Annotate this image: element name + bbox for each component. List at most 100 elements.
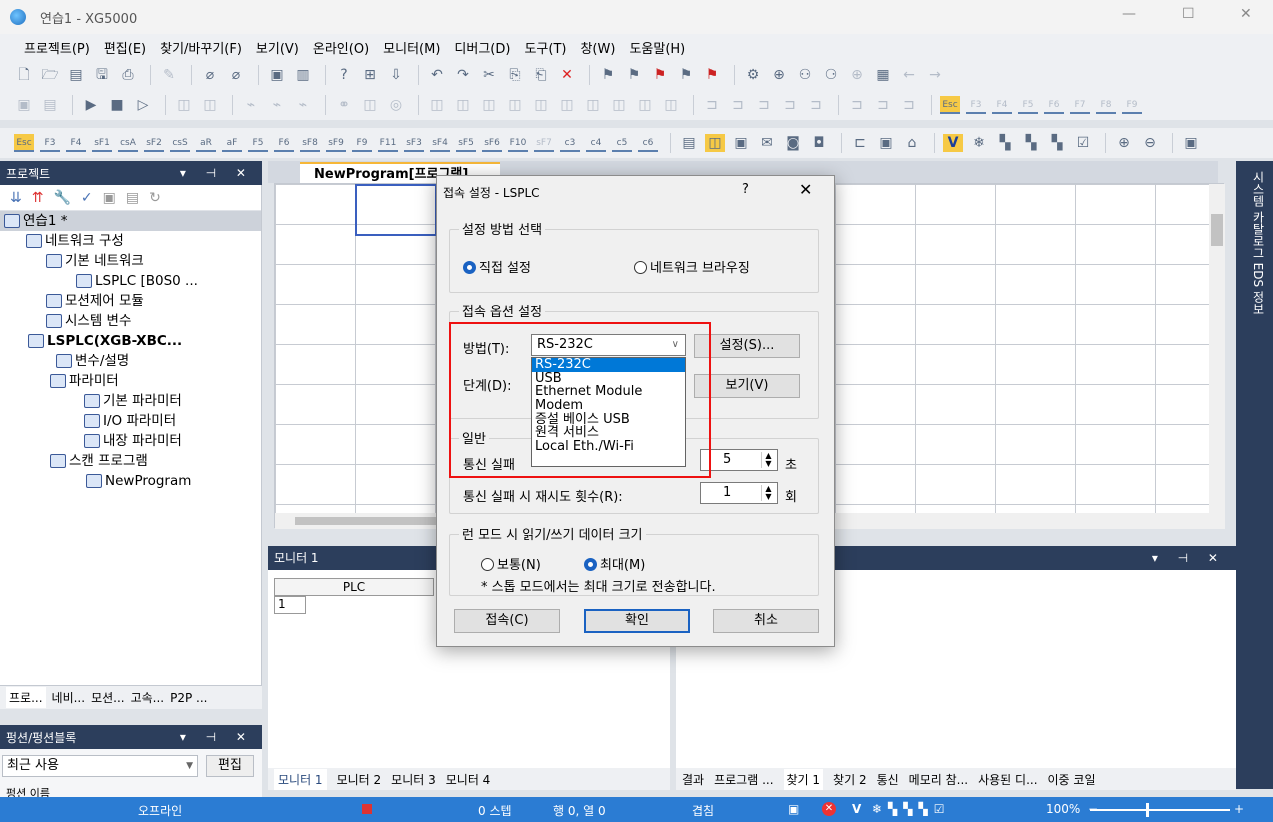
f10-icon[interactable]: F10	[508, 134, 528, 152]
view-icon-g[interactable]: ◫	[583, 96, 603, 114]
ladder-icon-e[interactable]: ⊐	[806, 96, 826, 114]
tree-node-basic-param[interactable]: 기본 파라미터	[0, 391, 261, 411]
view-icon-b[interactable]: ◫	[453, 96, 473, 114]
replace-icon[interactable]: ⚑	[624, 66, 644, 84]
tab-find-1[interactable]: 찾기 1	[783, 768, 824, 790]
minimize-icon[interactable]: —	[1122, 6, 1136, 22]
var-e-icon[interactable]: ☑	[1073, 134, 1093, 152]
view-ref-icon[interactable]: ◙	[783, 134, 803, 152]
dialog-close-button[interactable]: ✕	[799, 180, 812, 199]
io-icon[interactable]: ⊏	[850, 134, 870, 152]
radio-normal[interactable]: 보통(N)	[481, 554, 541, 573]
view-block-icon[interactable]: ▣	[731, 134, 751, 152]
tree-node-vars-desc[interactable]: 변수/설명	[0, 351, 261, 371]
sf1-icon[interactable]: sF1	[92, 134, 112, 152]
f7-key-icon[interactable]: F7	[1070, 96, 1090, 114]
redo-icon[interactable]: ↷	[453, 66, 473, 84]
tab-highspeed[interactable]: 고속...	[131, 689, 165, 706]
view-icon-f[interactable]: ◫	[557, 96, 577, 114]
tree-node-network[interactable]: 네트워크 구성	[0, 231, 261, 251]
tab-p2p[interactable]: P2P ...	[170, 691, 207, 705]
esc-icon[interactable]: Esc	[14, 134, 34, 152]
menu-view[interactable]: 보기(V)	[256, 38, 299, 57]
menu-project[interactable]: 프로젝트(P)	[24, 38, 90, 57]
f9-key-icon[interactable]: F9	[1122, 96, 1142, 114]
css-icon[interactable]: csS	[170, 134, 190, 152]
retry-arrows-icon[interactable]: ▲ ▼	[761, 485, 775, 501]
open-icon[interactable]: 🗁	[40, 66, 60, 84]
f11-icon[interactable]: F11	[378, 134, 398, 152]
zoom-slider-thumb[interactable]	[1146, 803, 1149, 817]
search-icon[interactable]: ⊕	[769, 66, 789, 84]
ladder-icon-c[interactable]: ⊐	[754, 96, 774, 114]
tree-node-plc[interactable]: LSPLC(XGB-XBC...	[0, 331, 261, 351]
zoom-icon[interactable]: ⊕	[847, 66, 867, 84]
new-file-icon[interactable]: 🗋	[14, 66, 34, 84]
esc-key-icon[interactable]: Esc	[940, 96, 960, 114]
find-icon[interactable]: ⚑	[598, 66, 618, 84]
bookmark-next-icon[interactable]: ⚑	[676, 66, 696, 84]
tag-icon[interactable]: ⚆	[821, 66, 841, 84]
pause-icon[interactable]: ▷	[133, 96, 153, 114]
chart-icon[interactable]: ◫	[360, 96, 380, 114]
expand-icon[interactable]: ⇈	[32, 190, 44, 206]
view-box-icon[interactable]: ◘	[809, 134, 829, 152]
wrench-icon[interactable]: 🔧	[53, 190, 70, 206]
menu-debug[interactable]: 디버그(D)	[454, 38, 510, 57]
zoom-fit-icon[interactable]: ⊞	[360, 66, 380, 84]
settings-icon[interactable]: ⚙	[743, 66, 763, 84]
paste-icon[interactable]: ⎗	[531, 66, 551, 84]
f5-key-icon[interactable]: F5	[1018, 96, 1038, 114]
tab-memory-ref[interactable]: 메모리 참...	[909, 771, 968, 788]
zoom-slider[interactable]	[1090, 809, 1230, 811]
write-icon[interactable]: ▣	[267, 66, 287, 84]
f4-icon[interactable]: F4	[66, 134, 86, 152]
tab-project[interactable]: 프로...	[6, 687, 46, 708]
tree-node-builtin-param[interactable]: 내장 파라미터	[0, 431, 261, 451]
panel-controls-icon[interactable]: ▾ ⊣ ✕	[180, 166, 254, 180]
view-ladder-icon[interactable]: ◫	[705, 134, 725, 152]
menu-edit[interactable]: 편집(E)	[104, 38, 146, 57]
monitor-icon[interactable]: ▤	[40, 96, 60, 114]
ladder-icon-b[interactable]: ⊐	[728, 96, 748, 114]
view-mail-icon[interactable]: ✉	[757, 134, 777, 152]
ok-button[interactable]: 확인	[584, 609, 690, 633]
close-window-icon[interactable]: ✕	[1240, 6, 1252, 22]
copy-icon[interactable]: ⎘	[505, 66, 525, 84]
menu-help[interactable]: 도움말(H)	[629, 38, 685, 57]
back-icon[interactable]: ←	[899, 66, 919, 84]
link-icon[interactable]: ⚭	[334, 96, 354, 114]
af-icon[interactable]: aF	[222, 134, 242, 152]
tab-monitor-4[interactable]: 모니터 4	[446, 771, 491, 788]
f6-icon[interactable]: F6	[274, 134, 294, 152]
sf4-icon[interactable]: sF4	[430, 134, 450, 152]
bookmark-clear-icon[interactable]: ⚑	[702, 66, 722, 84]
tab-double-coil[interactable]: 이중 코일	[1048, 771, 1096, 788]
tree-node-basic-network[interactable]: 기본 네트워크	[0, 251, 261, 271]
f3-key-icon[interactable]: F3	[966, 96, 986, 114]
menu-window[interactable]: 창(W)	[580, 38, 615, 57]
maximize-icon[interactable]: ☐	[1182, 6, 1195, 22]
save-icon[interactable]: 🖫	[92, 66, 112, 84]
error-icon[interactable]: ✕	[822, 802, 836, 816]
view-icon-a[interactable]: ◫	[427, 96, 447, 114]
tree-node-scan-program[interactable]: 스캔 프로그램	[0, 451, 261, 471]
upload-icon[interactable]: ⇩	[386, 66, 406, 84]
view-icon-i[interactable]: ◫	[635, 96, 655, 114]
run-icon[interactable]: ▶	[81, 96, 101, 114]
c4-icon[interactable]: c4	[586, 134, 606, 152]
lock-icon[interactable]: ▣	[103, 190, 116, 206]
results-controls-icon[interactable]: ▾ ⊣ ✕	[1152, 551, 1226, 565]
debug1-icon[interactable]: ⌁	[241, 96, 261, 114]
sync-icon[interactable]: ◎	[386, 96, 406, 114]
sf7-icon[interactable]: sF7	[534, 134, 554, 152]
ladder-icon-g[interactable]: ⊐	[873, 96, 893, 114]
view-icon-h[interactable]: ◫	[609, 96, 629, 114]
variable-icon[interactable]: V	[943, 134, 963, 152]
open-plc-icon[interactable]: ▤	[66, 66, 86, 84]
zoom-out-icon[interactable]: ⊖	[1140, 134, 1160, 152]
tree-node-project[interactable]: 연습1 *	[0, 211, 261, 231]
sf3-icon[interactable]: sF3	[404, 134, 424, 152]
view-icon-e[interactable]: ◫	[531, 96, 551, 114]
tree-node-motion[interactable]: 모션제어 모듈	[0, 291, 261, 311]
